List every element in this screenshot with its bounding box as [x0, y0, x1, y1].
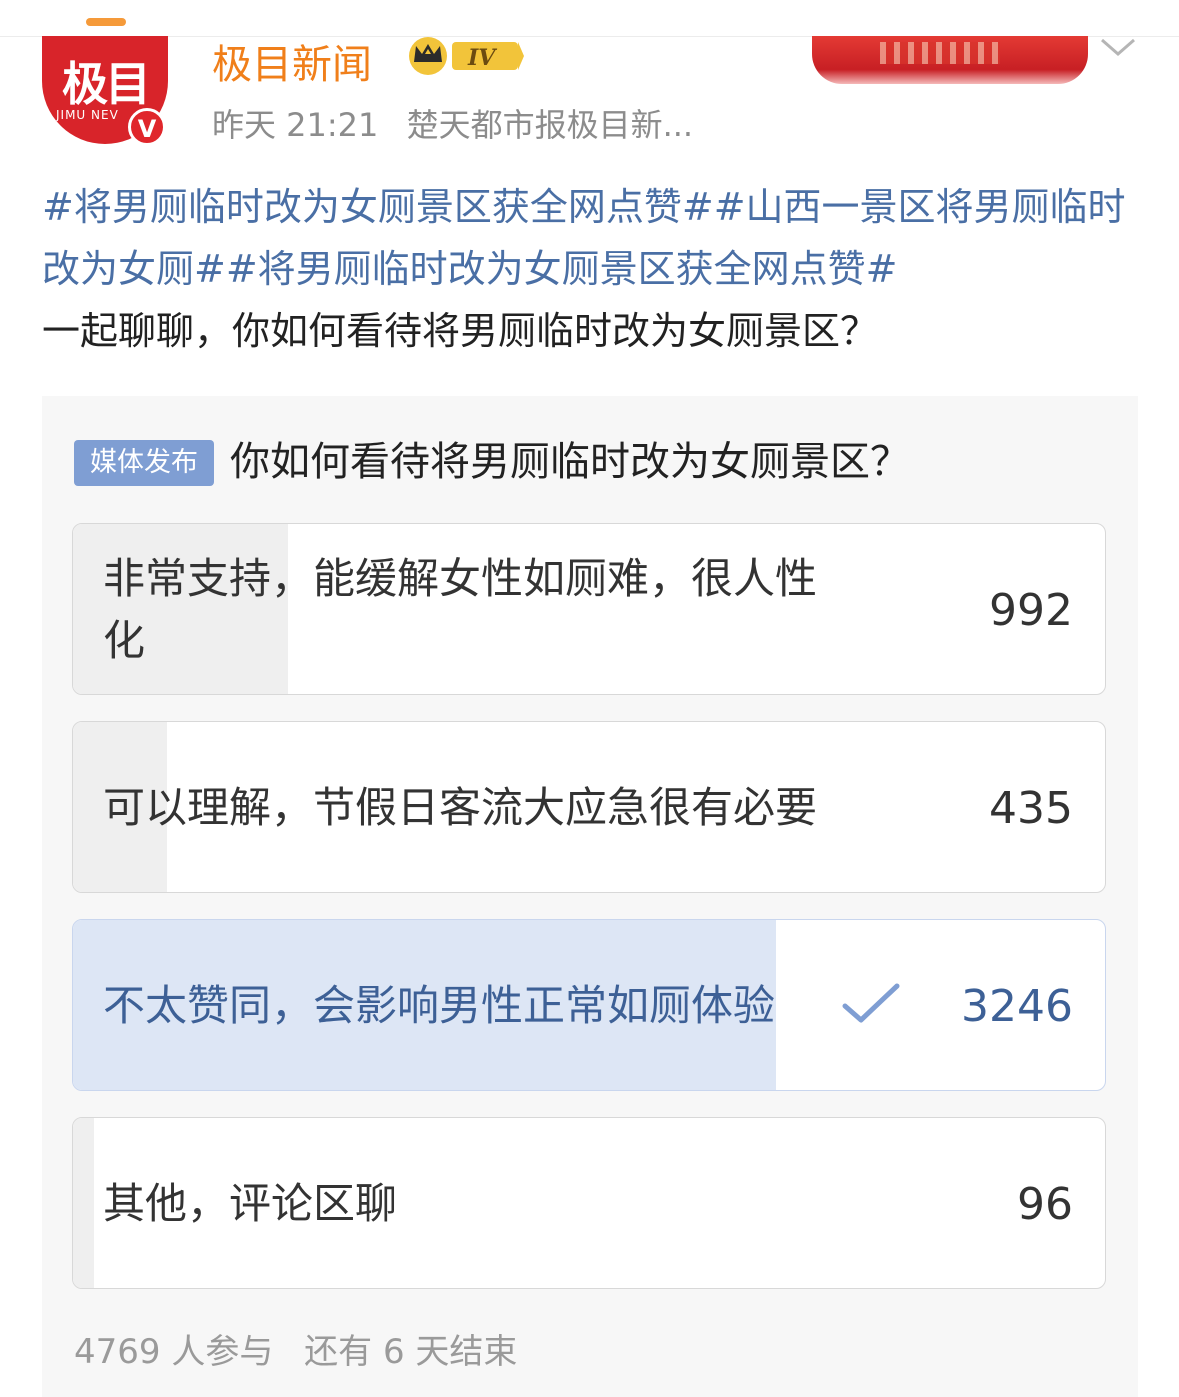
- topic-tag[interactable]: #将男厕临时改为女厕景区获全网点赞#: [226, 247, 898, 291]
- tab-indicator: [86, 18, 126, 26]
- account-name[interactable]: 极目新闻: [212, 32, 372, 90]
- poll-option-bar: [73, 1118, 94, 1288]
- poll-option[interactable]: 非常支持，能缓解女性如厕难，很人性化 992: [72, 523, 1106, 695]
- poll-card: 媒体发布 你如何看待将男厕临时改为女厕景区？ 非常支持，能缓解女性如厕难，很人性…: [42, 396, 1138, 1397]
- post-time: 昨天 21:21: [212, 106, 379, 144]
- avatar-logo-text: 极目: [62, 57, 151, 111]
- poll-title: 你如何看待将男厕临时改为女厕景区？: [230, 439, 910, 485]
- poll-option-count: 96: [1017, 1178, 1073, 1230]
- poll-remaining: 还有 6 天结束: [304, 1332, 518, 1372]
- poll-option-count: 3246: [961, 980, 1073, 1032]
- poll-option-count: 992: [989, 584, 1073, 636]
- verified-icon: V: [128, 108, 166, 146]
- poll-option[interactable]: 其他，评论区聊 96: [72, 1117, 1106, 1289]
- poll-option-selected[interactable]: 不太赞同，会影响男性正常如厕体验 3246: [72, 919, 1106, 1091]
- avatar-logo-subtext: JIMU NEV: [56, 108, 119, 122]
- level-badge-text: IV: [467, 45, 497, 71]
- poll-option-label: 可以理解，节假日客流大应急很有必要: [103, 783, 818, 832]
- banner-decoration: [880, 42, 1000, 64]
- post-body: #将男厕临时改为女厕景区获全网点赞##山西一景区将男厕临时改为女厕##将男厕临时…: [42, 176, 1142, 362]
- post-meta: 昨天 21:21 楚天都市报极目新...: [212, 100, 711, 146]
- crown-icon: IV: [409, 37, 524, 75]
- poll-footer: 4769 人参与 还有 6 天结束: [74, 1324, 537, 1373]
- poll-option[interactable]: 可以理解，节假日客流大应急很有必要 435: [72, 721, 1106, 893]
- poll-option-count: 435: [989, 782, 1073, 834]
- poll-option-label: 其他，评论区聊: [103, 1179, 398, 1228]
- post-source[interactable]: 楚天都市报极目新...: [407, 106, 694, 144]
- post-text: 一起聊聊，你如何看待将男厕临时改为女厕景区？: [42, 309, 879, 353]
- topic-tag[interactable]: #将男厕临时改为女厕景区获全网点赞#: [42, 185, 714, 229]
- poll-participants: 4769 人参与: [74, 1332, 274, 1372]
- avatar[interactable]: 极目 JIMU NEV V: [40, 36, 170, 148]
- chevron-down-icon[interactable]: [1098, 34, 1138, 62]
- check-icon: [842, 983, 900, 1023]
- poll-option-label: 非常支持，能缓解女性如厕难，很人性化: [103, 554, 818, 665]
- poll-option-label: 不太赞同，会影响男性正常如厕体验: [103, 981, 776, 1030]
- media-badge: 媒体发布: [74, 440, 214, 486]
